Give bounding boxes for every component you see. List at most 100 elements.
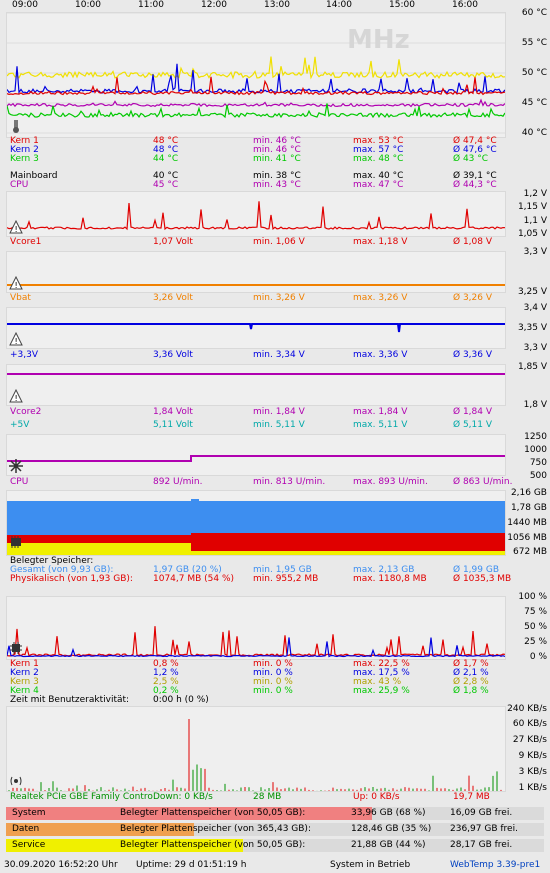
network-down-total: 28 MB [253, 792, 282, 802]
row-max: max. 1180,8 MB [353, 574, 427, 584]
row-avg: Ø 44,3 °C [453, 180, 497, 190]
disk-name: Service [12, 840, 46, 850]
disk-row-daten: Daten Belegter Plattenspeicher (von 365,… [6, 823, 544, 836]
time-label: 10:00 [75, 0, 101, 10]
net-axis-label: 60 KB/s [512, 719, 547, 729]
uptime: Uptime: 29 d 01:51:19 h [136, 860, 247, 870]
v2-plot [7, 373, 505, 375]
temp-row-cpu: CPU 45 °C min. 43 °C max. 47 °C Ø 44,3 °C [10, 180, 510, 190]
mem-row-physical: Physikalisch (von 1,93 GB): 1074,7 MB (54… [10, 574, 512, 584]
row-avg: Ø 43 °C [453, 154, 489, 164]
row-current: 3,26 Volt [153, 293, 193, 303]
net-axis-label: 3 KB/s [518, 767, 547, 777]
vbat-graph: ! [6, 251, 506, 293]
network-graph [6, 706, 506, 792]
row-avg: Ø 1035,3 MB [453, 574, 512, 584]
net-axis-label: 27 KB/s [512, 735, 547, 745]
svg-text:!: ! [15, 337, 18, 346]
row-max: max. 1,18 V [353, 237, 408, 247]
row-max: max. 3,36 V [353, 350, 408, 360]
row-current: 44 °C [153, 154, 179, 164]
vcore-trace [7, 201, 505, 231]
row-current: 3,36 Volt [153, 350, 193, 360]
vbat-axis-label: 3,25 V [517, 287, 547, 297]
row-max: max. 48 °C [353, 154, 404, 164]
vcore2-row: Vcore2 1,84 Volt min. 1,84 V max. 1,84 V Ø 1… [10, 407, 510, 417]
kern2-trace [7, 63, 505, 95]
warning-icon: ! [9, 276, 23, 290]
mem-axis-label: 1,78 GB [510, 503, 547, 513]
row-name: CPU [10, 477, 29, 487]
v33-axis-label: 3,3 V [523, 343, 547, 353]
row-current: 1,84 Volt [153, 407, 193, 417]
v2-axis-label: 1,85 V [517, 362, 547, 372]
net-axis-label: 1 KB/s [518, 783, 547, 793]
time-label: 15:00 [389, 0, 415, 10]
svg-text:!: ! [15, 394, 18, 403]
disk-name: System [12, 808, 46, 818]
row-avg: Ø 1,08 V [453, 237, 493, 247]
row-current: 892 U/min. [153, 477, 203, 487]
time-axis: 09:00 10:00 11:00 12:00 13:00 14:00 15:0… [0, 0, 550, 12]
cpu-kern2-trace [7, 637, 505, 658]
time-label: 16:00 [452, 0, 478, 10]
row-min: min. 955,2 MB [253, 574, 319, 584]
mhz-watermark: MHz [347, 25, 410, 55]
mainboard-trace [7, 56, 505, 80]
row-max: max. 893 U/min. [353, 477, 428, 487]
activity-label: Zeit mit Benutzeraktivität: [10, 695, 130, 705]
vcore-row: Vcore1 1,07 Volt min. 1,06 V max. 1,18 V Ø 1… [10, 237, 510, 247]
row-name: +5V [10, 420, 30, 430]
row-min: min. 3,26 V [253, 293, 305, 303]
time-label: 14:00 [326, 0, 352, 10]
disk-name: Daten [12, 824, 40, 834]
vcore-axis-label: 1,15 V [517, 202, 547, 212]
row-current: 1074,7 MB (54 %) [153, 574, 235, 584]
row-min: min. 813 U/min. [253, 477, 326, 487]
v33-graph: ! [6, 307, 506, 349]
temperature-plot [7, 13, 505, 134]
v33-plot [7, 323, 505, 333]
disk-row-service: Service Belegter Plattenspeicher (von 50… [6, 839, 544, 852]
cpu-axis-label: 50 % [524, 622, 547, 632]
warning-icon: ! [9, 220, 23, 234]
app-version-link[interactable]: WebTemp 3.39-pre1 [450, 857, 540, 873]
warning-icon: ! [9, 332, 23, 346]
cpu-load-graph [6, 596, 506, 660]
temp-axis-label: 60 °C [521, 8, 547, 18]
row-name: Vbat [10, 293, 31, 303]
net-axis-label: 240 KB/s [507, 704, 547, 714]
network-row: Realtek PCIe GBE Family Contro Down: 0 K… [10, 792, 510, 802]
disk-label: Belegter Plattenspeicher (von 365,43 GB)… [120, 824, 311, 834]
v33-axis-label: 3,4 V [523, 303, 547, 313]
cpu-axis-label: 100 % [518, 592, 547, 602]
time-label: 09:00 [12, 0, 38, 10]
time-label: 13:00 [264, 0, 290, 10]
row-current: 1,07 Volt [153, 237, 193, 247]
network-adapter-name: Realtek PCIe GBE Family Contro [10, 792, 153, 802]
fan-plot [7, 455, 505, 462]
activity-value: 0:00 h (0 %) [153, 695, 209, 705]
thermometer-icon [9, 119, 23, 133]
row-name: Vcore1 [10, 237, 42, 247]
row-current: 45 °C [153, 180, 179, 190]
network-up-total: 19,7 MB [453, 792, 490, 802]
row-name: Physikalisch (von 1,93 GB): [10, 574, 133, 584]
mem-axis-label: 2,16 GB [510, 488, 547, 498]
cpu-axis-label: 75 % [524, 607, 547, 617]
system-status: System in Betrieb [330, 860, 411, 870]
vbat-axis-label: 3,3 V [523, 247, 547, 257]
row-min: min. 1,84 V [253, 407, 305, 417]
fan-graph [6, 434, 506, 476]
row-max: max. 3,26 V [353, 293, 408, 303]
time-label: 12:00 [201, 0, 227, 10]
memory-graph [6, 490, 506, 556]
row-avg: Ø 5,11 V [453, 420, 493, 430]
fan-axis-label: 1250 [524, 432, 547, 442]
time-label: 11:00 [138, 0, 164, 10]
network-plot [8, 719, 502, 791]
row-avg: Ø 3,26 V [453, 293, 493, 303]
mem-axis-label: 672 MB [513, 547, 547, 557]
row-max: max. 47 °C [353, 180, 404, 190]
fan-row: CPU 892 U/min. min. 813 U/min. max. 893 U/m… [10, 477, 512, 487]
